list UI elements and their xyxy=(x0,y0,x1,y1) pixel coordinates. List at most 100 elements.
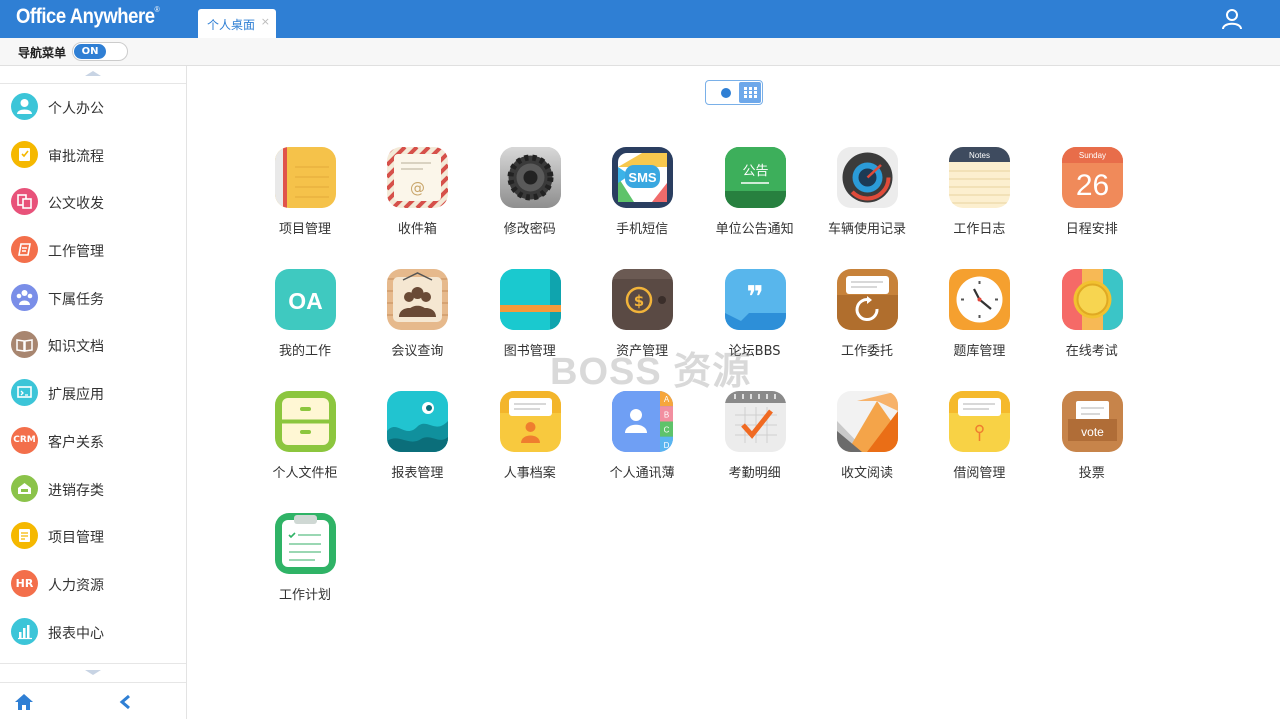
quote-icon: ❞ xyxy=(724,269,786,330)
app-label: 个人通讯薄 xyxy=(609,466,675,481)
svg-text:Sunday: Sunday xyxy=(1079,151,1106,160)
tab-personal-desktop[interactable]: 个人桌面 × xyxy=(198,9,276,38)
extension-icon xyxy=(11,379,38,407)
crm-icon: CRM xyxy=(11,426,38,454)
svg-text:26: 26 xyxy=(1076,169,1109,202)
app-calendar[interactable]: Sunday 26 日程安排 xyxy=(1036,145,1148,255)
sidebar-item-crm[interactable]: CRM 客户关系 xyxy=(0,419,186,467)
attendance-icon xyxy=(724,391,786,452)
sidebar-item-label: 人力资源 xyxy=(48,577,104,594)
sidebar-item-inventory[interactable]: 进销存类 xyxy=(0,467,186,515)
clipboard-icon xyxy=(275,513,336,574)
toggle-on-label: ON xyxy=(74,44,106,59)
app-label: 会议查询 xyxy=(391,344,444,359)
watermark: BOSS 资源 xyxy=(550,351,752,393)
sidebar-item-label: 客户关系 xyxy=(48,434,104,451)
envelope-icon: @ xyxy=(387,147,449,208)
app-label: 考勤明细 xyxy=(728,466,781,481)
document-icon xyxy=(11,188,38,216)
sidebar-item-document[interactable]: 公文收发 xyxy=(0,180,186,228)
svg-text:$: $ xyxy=(634,292,644,310)
app-label: 工作计划 xyxy=(278,588,331,603)
notebook-icon xyxy=(275,147,336,208)
collapse-sidebar-icon[interactable] xyxy=(118,694,132,710)
app-label: 工作日志 xyxy=(953,222,1006,237)
view-mode-switch[interactable] xyxy=(705,80,763,105)
app-label: 投票 xyxy=(1078,466,1105,481)
sidebar-item-person[interactable]: 个人办公 xyxy=(0,85,186,133)
sidebar-item-work[interactable]: 工作管理 xyxy=(0,228,186,276)
grid-view-icon[interactable] xyxy=(739,82,761,103)
app-speedometer[interactable]: 车辆使用记录 xyxy=(811,145,923,255)
app-cabinet[interactable]: 个人文件柜 xyxy=(249,389,361,499)
vote-icon: vote xyxy=(1061,391,1123,452)
sidebar-item-label: 知识文档 xyxy=(48,339,104,356)
calendar-icon: Sunday 26 xyxy=(1061,147,1123,208)
medal-icon xyxy=(1061,269,1123,330)
app-gear[interactable]: 修改密码 xyxy=(474,145,586,255)
app-label: 借阅管理 xyxy=(953,466,1006,481)
app-label: 项目管理 xyxy=(278,222,331,237)
app-label: 人事档案 xyxy=(503,466,556,481)
app-borrow-folder[interactable]: 借阅管理 xyxy=(923,389,1035,499)
nav-menu-toggle[interactable]: ON xyxy=(72,42,128,61)
svg-text:❞: ❞ xyxy=(746,280,764,315)
app-sms[interactable]: SMS 手机短信 xyxy=(586,145,698,255)
person-icon xyxy=(11,93,38,120)
sidebar-item-label: 进销存类 xyxy=(48,482,104,499)
report-icon xyxy=(11,617,38,645)
home-icon[interactable] xyxy=(14,693,34,711)
app-medal[interactable]: 在线考试 xyxy=(1036,267,1148,377)
sidebar-item-book[interactable]: 知识文档 xyxy=(0,323,186,371)
sidebar-scroll-up[interactable] xyxy=(0,66,186,84)
gear-icon xyxy=(499,147,561,208)
app-label: 报表管理 xyxy=(391,466,444,481)
book-icon xyxy=(499,269,561,330)
svg-text:vote: vote xyxy=(1081,425,1104,439)
reading-icon xyxy=(837,391,898,452)
user-icon[interactable] xyxy=(1221,8,1243,30)
app-notes[interactable]: Notes 工作日志 xyxy=(923,145,1035,255)
approval-icon xyxy=(11,140,38,168)
app-label: 修改密码 xyxy=(503,222,556,237)
app-chart-wave[interactable]: 报表管理 xyxy=(361,389,473,499)
app-vote[interactable]: vote 投票 xyxy=(1036,389,1148,499)
sidebar-item-hr[interactable]: HR 人力资源 xyxy=(0,562,186,610)
svg-text:公告: 公告 xyxy=(742,164,768,179)
app-attendance[interactable]: 考勤明细 xyxy=(699,389,811,499)
nav-menu-label: 导航菜单 xyxy=(18,46,67,60)
sidebar-item-team[interactable]: 下属任务 xyxy=(0,276,186,324)
tab-close-icon[interactable]: × xyxy=(261,15,270,28)
app-clock[interactable]: 题库管理 xyxy=(923,267,1035,377)
chalkboard-icon: 公告 xyxy=(724,147,786,208)
team-icon xyxy=(11,283,38,311)
app-notebook[interactable]: 项目管理 xyxy=(249,145,361,255)
app-personnel-folder[interactable]: 人事档案 xyxy=(474,389,586,499)
sidebar-item-report[interactable]: 报表中心 xyxy=(0,610,186,658)
sidebar: 个人办公审批流程公文收发工作管理 下属任务知识文档扩展应用 CRM 客户关系进销存类项… xyxy=(0,66,187,719)
app-label: 单位公告通知 xyxy=(715,222,794,237)
app-label: 在线考试 xyxy=(1065,344,1118,359)
sidebar-item-project[interactable]: 项目管理 xyxy=(0,514,186,562)
sidebar-item-label: 审批流程 xyxy=(48,148,104,165)
work-icon xyxy=(11,236,38,264)
app-clipboard[interactable]: 工作计划 xyxy=(249,511,361,621)
sidebar-item-extension[interactable]: 扩展应用 xyxy=(0,371,186,419)
book-icon xyxy=(11,331,38,359)
app-address-book[interactable]: A B C D 个人通讯薄 xyxy=(586,389,698,499)
svg-text:@: @ xyxy=(410,179,425,197)
clock-icon xyxy=(949,269,1011,330)
sidebar-scroll-down[interactable] xyxy=(0,663,186,681)
app-reading[interactable]: 收文阅读 xyxy=(811,389,923,499)
sidebar-item-approval[interactable]: 审批流程 xyxy=(0,133,186,181)
meeting-icon xyxy=(387,269,449,330)
app-meeting[interactable]: 会议查询 xyxy=(361,267,473,377)
app-chalkboard[interactable]: 公告 单位公告通知 xyxy=(699,145,811,255)
sidebar-item-label: 项目管理 xyxy=(48,530,104,547)
app-envelope[interactable]: @ 收件箱 xyxy=(361,145,473,255)
app-label: 我的工作 xyxy=(278,344,331,359)
list-view-icon[interactable] xyxy=(721,88,731,98)
app-delegate[interactable]: 工作委托 xyxy=(811,267,923,377)
app-oa[interactable]: OA 我的工作 xyxy=(249,267,361,377)
sidebar-item-label: 公文收发 xyxy=(48,196,104,213)
